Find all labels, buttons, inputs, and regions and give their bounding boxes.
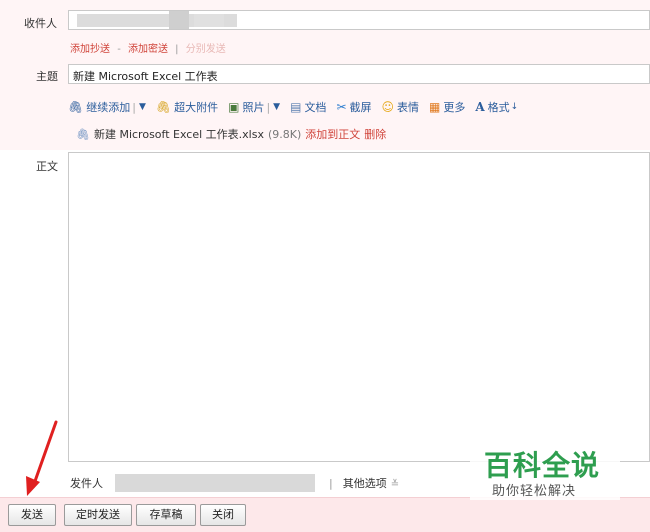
sender-row: 发件人 | 其他选项 ≚	[70, 474, 399, 492]
scissors-icon: ✂	[336, 100, 347, 114]
recipient-label: 收件人	[24, 17, 57, 30]
link-separator: -	[117, 44, 121, 55]
other-options-toggle[interactable]: 其他选项 ≚	[343, 475, 399, 491]
chevron-down-icon[interactable]: ▼	[273, 102, 280, 112]
paperclip-icon: 🖇	[76, 127, 90, 141]
continue-add-button[interactable]: 🖇 继续添加 | ▼	[68, 99, 146, 115]
screenshot-label: 截屏	[349, 101, 372, 114]
attachment-item: 🖇 新建 Microsoft Excel 工作表.xlsx (9.8K) 添加到…	[70, 124, 650, 144]
subject-input[interactable]: 新建 Microsoft Excel 工作表	[68, 64, 650, 84]
other-options-label: 其他选项	[342, 477, 387, 490]
attachment-filename: 新建 Microsoft Excel 工作表.xlsx	[93, 128, 264, 141]
large-attachment-button[interactable]: 🖇 超大附件	[156, 99, 218, 115]
document-button[interactable]: ▤ 文档	[290, 99, 326, 115]
watermark-title: 百科全说	[484, 449, 601, 482]
body-editor[interactable]	[68, 152, 650, 462]
sender-select[interactable]	[115, 474, 315, 492]
watermark-subtitle: 助你轻松解决	[492, 484, 577, 499]
separate-send-link[interactable]: 分别发送	[186, 44, 226, 55]
subject-label: 主题	[36, 70, 58, 83]
smiley-icon: ☺	[381, 100, 395, 114]
link-separator: |	[175, 44, 179, 55]
arrow-shaft	[32, 420, 58, 486]
recipient-input[interactable]	[68, 10, 650, 30]
divider: |	[266, 100, 271, 114]
large-attachment-label: 超大附件	[174, 101, 219, 114]
divider: |	[329, 476, 333, 490]
emoji-button[interactable]: ☺ 表情	[382, 99, 420, 115]
action-bar: 发送 定时发送 存草稿 关闭	[0, 497, 650, 532]
compose-page: 收件人 添加抄送 - 添加密送 | 分别发送 主题 新建 Microsoft E…	[0, 0, 650, 532]
more-label: 更多	[443, 101, 466, 114]
document-icon: ▤	[290, 100, 302, 114]
arrow-down-icon: ↓	[510, 102, 519, 112]
double-chevron-down-icon: ≚	[390, 479, 400, 490]
recipient-blurred	[194, 14, 224, 27]
paperclip-icon: 🖇	[68, 100, 84, 114]
divider: |	[132, 100, 136, 114]
format-label: 格式	[487, 101, 510, 114]
font-format-icon: A	[475, 100, 485, 114]
sender-label: 发件人	[70, 477, 103, 490]
more-button[interactable]: ▦ 更多	[429, 99, 465, 115]
emoji-label: 表情	[397, 101, 420, 114]
arrow-head	[26, 476, 40, 496]
watermark: 百科全说 助你轻松解决	[470, 440, 620, 500]
attachment-size: (9.8K)	[267, 127, 302, 141]
close-button[interactable]: 关闭	[200, 504, 246, 526]
document-label: 文档	[304, 101, 327, 114]
paperclip-icon: 🖇	[155, 100, 172, 114]
photo-icon: ▣	[228, 100, 240, 114]
recipient-links: 添加抄送 - 添加密送 | 分别发送	[70, 40, 226, 55]
delete-attachment-link[interactable]: 删除	[364, 126, 386, 142]
format-button[interactable]: A 格式 ↓	[475, 99, 518, 115]
chevron-down-icon[interactable]: ▼	[139, 102, 146, 112]
screenshot-button[interactable]: ✂ 截屏	[336, 99, 371, 115]
attachment-toolbar: 🖇 继续添加 | ▼ 🖇 超大附件 ▣ 照片 | ▼ ▤ 文档 ✂ 截屏 ☺ 表…	[68, 98, 528, 116]
photo-label: 照片	[242, 101, 265, 114]
send-button[interactable]: 发送	[8, 504, 56, 526]
add-to-body-link[interactable]: 添加到正文	[305, 126, 360, 142]
grid-icon: ▦	[429, 100, 441, 114]
timed-send-button[interactable]: 定时发送	[64, 504, 132, 526]
body-label: 正文	[36, 160, 58, 173]
continue-add-label: 继续添加	[86, 101, 131, 114]
save-draft-button[interactable]: 存草稿	[136, 504, 196, 526]
add-bcc-link[interactable]: 添加密送	[128, 44, 168, 55]
recipient-blurred	[169, 11, 189, 29]
photo-button[interactable]: ▣ 照片 | ▼	[228, 99, 280, 115]
add-cc-link[interactable]: 添加抄送	[70, 44, 110, 55]
